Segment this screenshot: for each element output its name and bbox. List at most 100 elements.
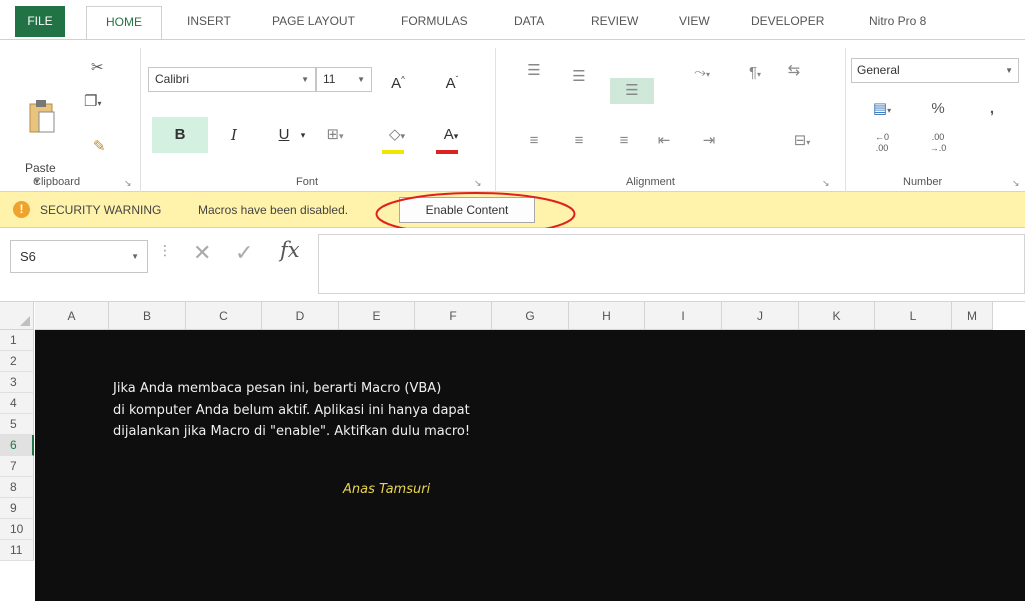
orientation-icon[interactable]: ⤳▾ [680, 60, 724, 86]
tab-formulas[interactable]: FORMULAS [401, 6, 468, 37]
grow-font-button[interactable]: A^ [386, 67, 410, 93]
formula-input[interactable] [318, 234, 1025, 294]
tab-developer[interactable]: DEVELOPER [751, 6, 824, 37]
font-color-swatch [436, 150, 458, 154]
increase-indent-icon[interactable]: ⇥ [695, 128, 723, 154]
bottom-align-icon[interactable]: ☰ [610, 78, 654, 104]
merge-center-icon[interactable]: ⊟▾ [780, 128, 824, 154]
tab-file[interactable]: FILE [15, 6, 65, 37]
row-header[interactable]: 8 [0, 477, 34, 498]
row-header[interactable]: 2 [0, 351, 34, 372]
copy-icon[interactable]: ❐▾ [84, 92, 101, 110]
percent-style-button[interactable]: % [924, 96, 952, 122]
borders-icon[interactable]: ⊞▾ [322, 122, 348, 148]
row-header[interactable]: 4 [0, 393, 34, 414]
decrease-indent-icon[interactable]: ⇤ [650, 128, 678, 154]
column-header[interactable]: D [262, 302, 339, 330]
column-header[interactable]: M [952, 302, 993, 330]
fill-color-swatch [382, 150, 404, 154]
column-header[interactable]: L [875, 302, 952, 330]
font-launcher-icon[interactable]: ↘ [474, 178, 482, 189]
increase-decimal-icon[interactable]: ←0.00 [868, 132, 896, 158]
select-all-icon [20, 316, 30, 326]
enable-content-button[interactable]: Enable Content [399, 197, 535, 223]
enter-icon[interactable]: ✓ [235, 240, 253, 266]
tab-page-layout[interactable]: PAGE LAYOUT [272, 6, 355, 37]
row-header[interactable]: 6 [0, 435, 34, 456]
tab-nitro-pro[interactable]: Nitro Pro 8 [869, 6, 926, 37]
column-header[interactable]: I [645, 302, 722, 330]
row-header[interactable]: 7 [0, 456, 34, 477]
column-header[interactable]: C [186, 302, 262, 330]
message-line: di komputer Anda belum aktif. Aplikasi i… [113, 403, 470, 418]
ribbon-tabs: FILE HOME INSERT PAGE LAYOUT FORMULAS DA… [0, 0, 1025, 41]
bold-button[interactable]: B [152, 117, 208, 153]
column-header[interactable]: K [799, 302, 875, 330]
font-color-button[interactable]: A▾ [434, 122, 468, 148]
row-header[interactable]: 11 [0, 540, 34, 561]
clipboard-launcher-icon[interactable]: ↘ [124, 178, 132, 189]
tab-home[interactable]: HOME [86, 6, 162, 41]
column-header[interactable]: F [415, 302, 492, 330]
tab-data[interactable]: DATA [514, 6, 544, 37]
font-name-select[interactable]: Calibri ▼ [148, 67, 316, 92]
format-painter-icon[interactable]: ✎ [93, 137, 106, 155]
sheet-cells[interactable]: Jika Anda membaca pesan ini, berarti Mac… [35, 330, 1025, 601]
column-header[interactable]: H [569, 302, 645, 330]
fill-color-icon[interactable]: ◇▾ [380, 122, 414, 148]
warning-icon: ! [13, 201, 30, 218]
column-header[interactable]: B [109, 302, 186, 330]
tab-insert[interactable]: INSERT [187, 6, 231, 37]
chevron-down-icon: ▼ [301, 75, 309, 84]
number-format-value: General [857, 63, 900, 77]
alignment-launcher-icon[interactable]: ↘ [822, 178, 830, 189]
middle-align-icon[interactable]: ☰ [565, 64, 593, 90]
number-launcher-icon[interactable]: ↘ [1012, 178, 1020, 189]
column-header[interactable]: E [339, 302, 415, 330]
tab-review[interactable]: REVIEW [591, 6, 638, 37]
align-right-icon[interactable]: ≡ [610, 128, 638, 154]
italic-button[interactable]: I [222, 122, 246, 148]
column-header[interactable]: G [492, 302, 569, 330]
select-all-corner[interactable] [0, 302, 34, 330]
group-divider [845, 48, 846, 193]
worksheet: ABCDEFGHIJKLM 1 2 3 4 5 6 7 8 9 10 11 Jika Anda me… [0, 302, 1025, 601]
chevron-down-icon: ▼ [1005, 66, 1013, 75]
cut-icon[interactable]: ✂ [91, 58, 104, 76]
row-header[interactable]: 9 [0, 498, 34, 519]
paste-icon[interactable] [28, 98, 56, 134]
row-header[interactable]: 3 [0, 372, 34, 393]
comma-style-button[interactable]: , [978, 96, 1006, 122]
wrap-text-icon[interactable]: ⇆ [780, 58, 808, 84]
tab-view[interactable]: VIEW [679, 6, 710, 37]
number-format-select[interactable]: General ▼ [851, 58, 1019, 83]
chevron-down-icon[interactable]: ▾ [296, 122, 310, 148]
chevron-down-icon: ▼ [357, 75, 365, 84]
shrink-font-glyph: A [445, 75, 456, 92]
column-header[interactable]: A [35, 302, 109, 330]
column-header[interactable]: J [722, 302, 799, 330]
font-size-select[interactable]: 11 ▼ [316, 67, 372, 92]
message-line: dijalankan jika Macro di "enable". Aktif… [113, 424, 471, 439]
top-align-icon[interactable]: ☰ [520, 58, 548, 84]
message-line: Jika Anda membaca pesan ini, berarti Mac… [113, 381, 442, 396]
name-box[interactable]: S6 ▼ [10, 240, 148, 273]
decrease-decimal-icon[interactable]: .00 →.0 [924, 132, 952, 158]
row-header[interactable]: 1 [0, 330, 34, 351]
cancel-icon[interactable]: ✕ [193, 240, 211, 266]
shrink-font-button[interactable]: Aˇ [440, 67, 464, 93]
ribbon: Paste ▼ ✂ ❐▾ ✎ Clipboard ↘ Calibri ▼ 11 … [0, 40, 1025, 193]
accounting-format-icon[interactable]: ▤▾ [862, 96, 902, 122]
paragraph-direction-icon[interactable]: ¶▾ [733, 60, 777, 86]
underline-button[interactable]: U [272, 122, 296, 148]
group-divider [495, 48, 496, 193]
paste-label[interactable]: Paste [25, 161, 56, 175]
clipboard-group-label: Clipboard [33, 176, 81, 188]
row-header[interactable]: 5 [0, 414, 34, 435]
row-header[interactable]: 10 [0, 519, 34, 540]
insert-function-button[interactable]: fx [280, 238, 300, 262]
font-size-value: 11 [323, 72, 336, 86]
formula-bar-grip-icon: ⋮ [158, 242, 172, 258]
align-left-icon[interactable]: ≡ [520, 128, 548, 154]
align-center-icon[interactable]: ≡ [565, 128, 593, 154]
